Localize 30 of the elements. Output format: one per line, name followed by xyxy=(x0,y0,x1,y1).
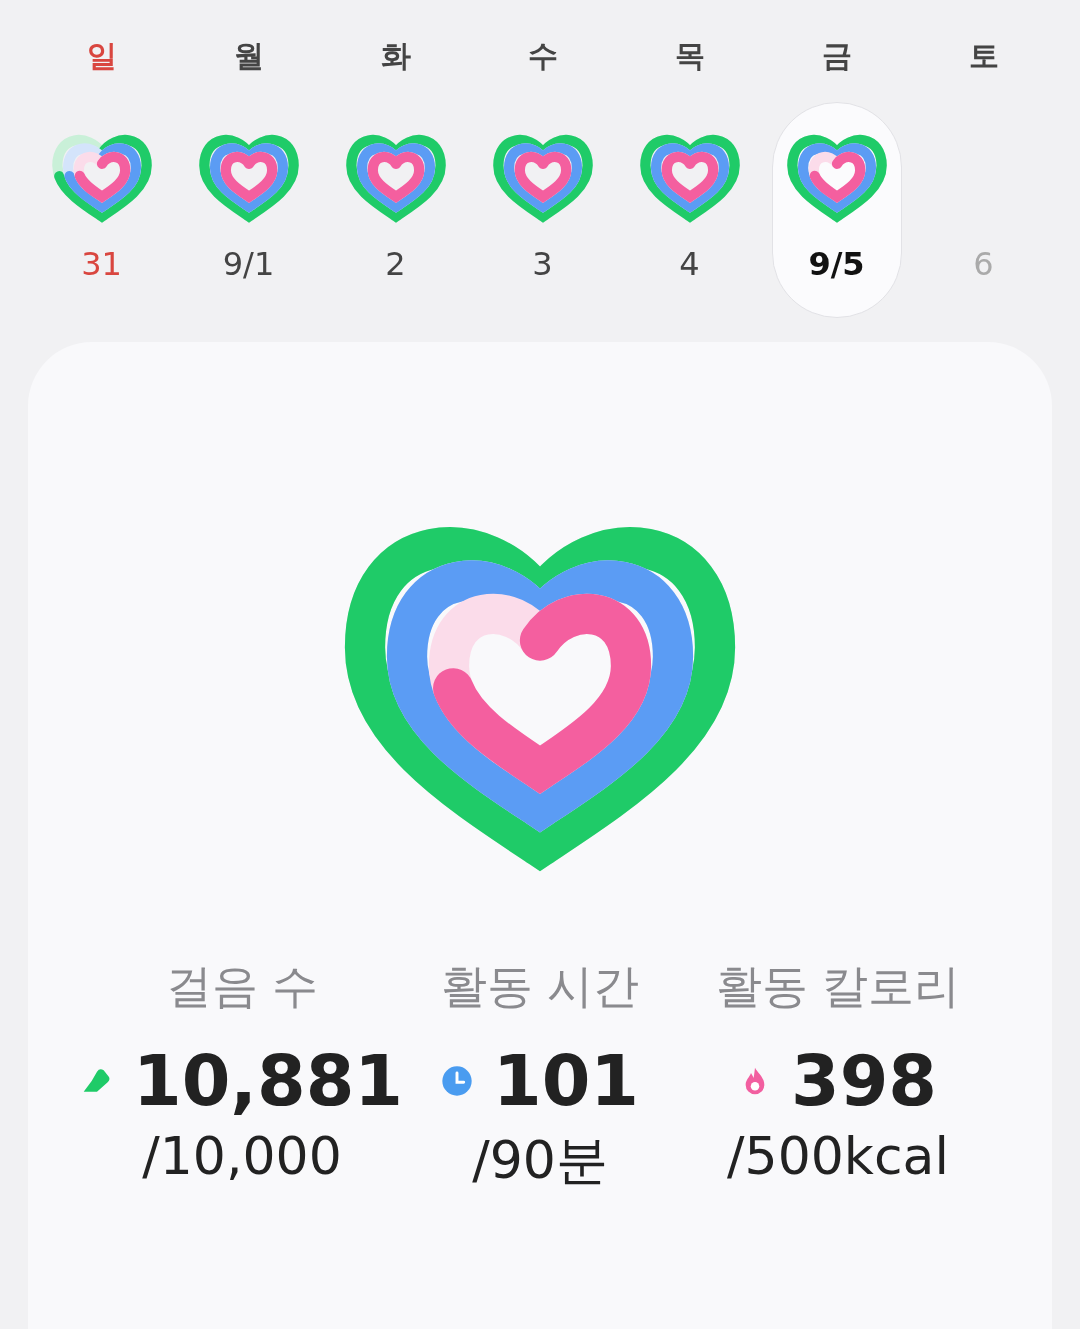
day-date: 4 xyxy=(679,245,700,283)
day-date: 2 xyxy=(385,245,406,283)
stat-value: 398 xyxy=(790,1040,938,1122)
stat-goal: /500kcal xyxy=(727,1126,949,1186)
stat-label: 활동 시간 xyxy=(440,958,640,1015)
day-item[interactable]: 9/1 xyxy=(183,102,314,318)
stat-goal: /90분 xyxy=(472,1129,608,1192)
stat-goal: /10,000 xyxy=(142,1126,342,1186)
day-item[interactable]: 31 xyxy=(36,102,167,318)
day-item[interactable]: 3 xyxy=(477,102,608,318)
day-item[interactable]: 2 xyxy=(330,102,461,318)
stat-label: 활동 칼로리 xyxy=(715,958,961,1015)
weekday-label: 수 xyxy=(527,37,558,75)
selected-day[interactable]: 9/5 xyxy=(771,102,902,318)
weekday-label: 금 xyxy=(821,37,852,75)
weekday-label: 월 xyxy=(233,37,264,75)
weekday-label: 화 xyxy=(380,37,411,75)
weekday-label: 토 xyxy=(968,37,999,75)
day-date: 31 xyxy=(81,245,122,283)
stat-value: 101 xyxy=(492,1040,640,1122)
day-date: 9/5 xyxy=(808,245,865,283)
stat-value: 10,881 xyxy=(132,1040,404,1122)
weekday-label: 목 xyxy=(674,37,705,75)
weekday-label: 일 xyxy=(86,37,117,75)
day-date: 3 xyxy=(532,245,553,283)
day-date: 6 xyxy=(973,245,994,283)
day-item[interactable]: 4 xyxy=(624,102,755,318)
clock-icon xyxy=(440,1065,473,1097)
day-date: 9/1 xyxy=(222,245,275,283)
stat-label: 걸음 수 xyxy=(165,958,319,1015)
